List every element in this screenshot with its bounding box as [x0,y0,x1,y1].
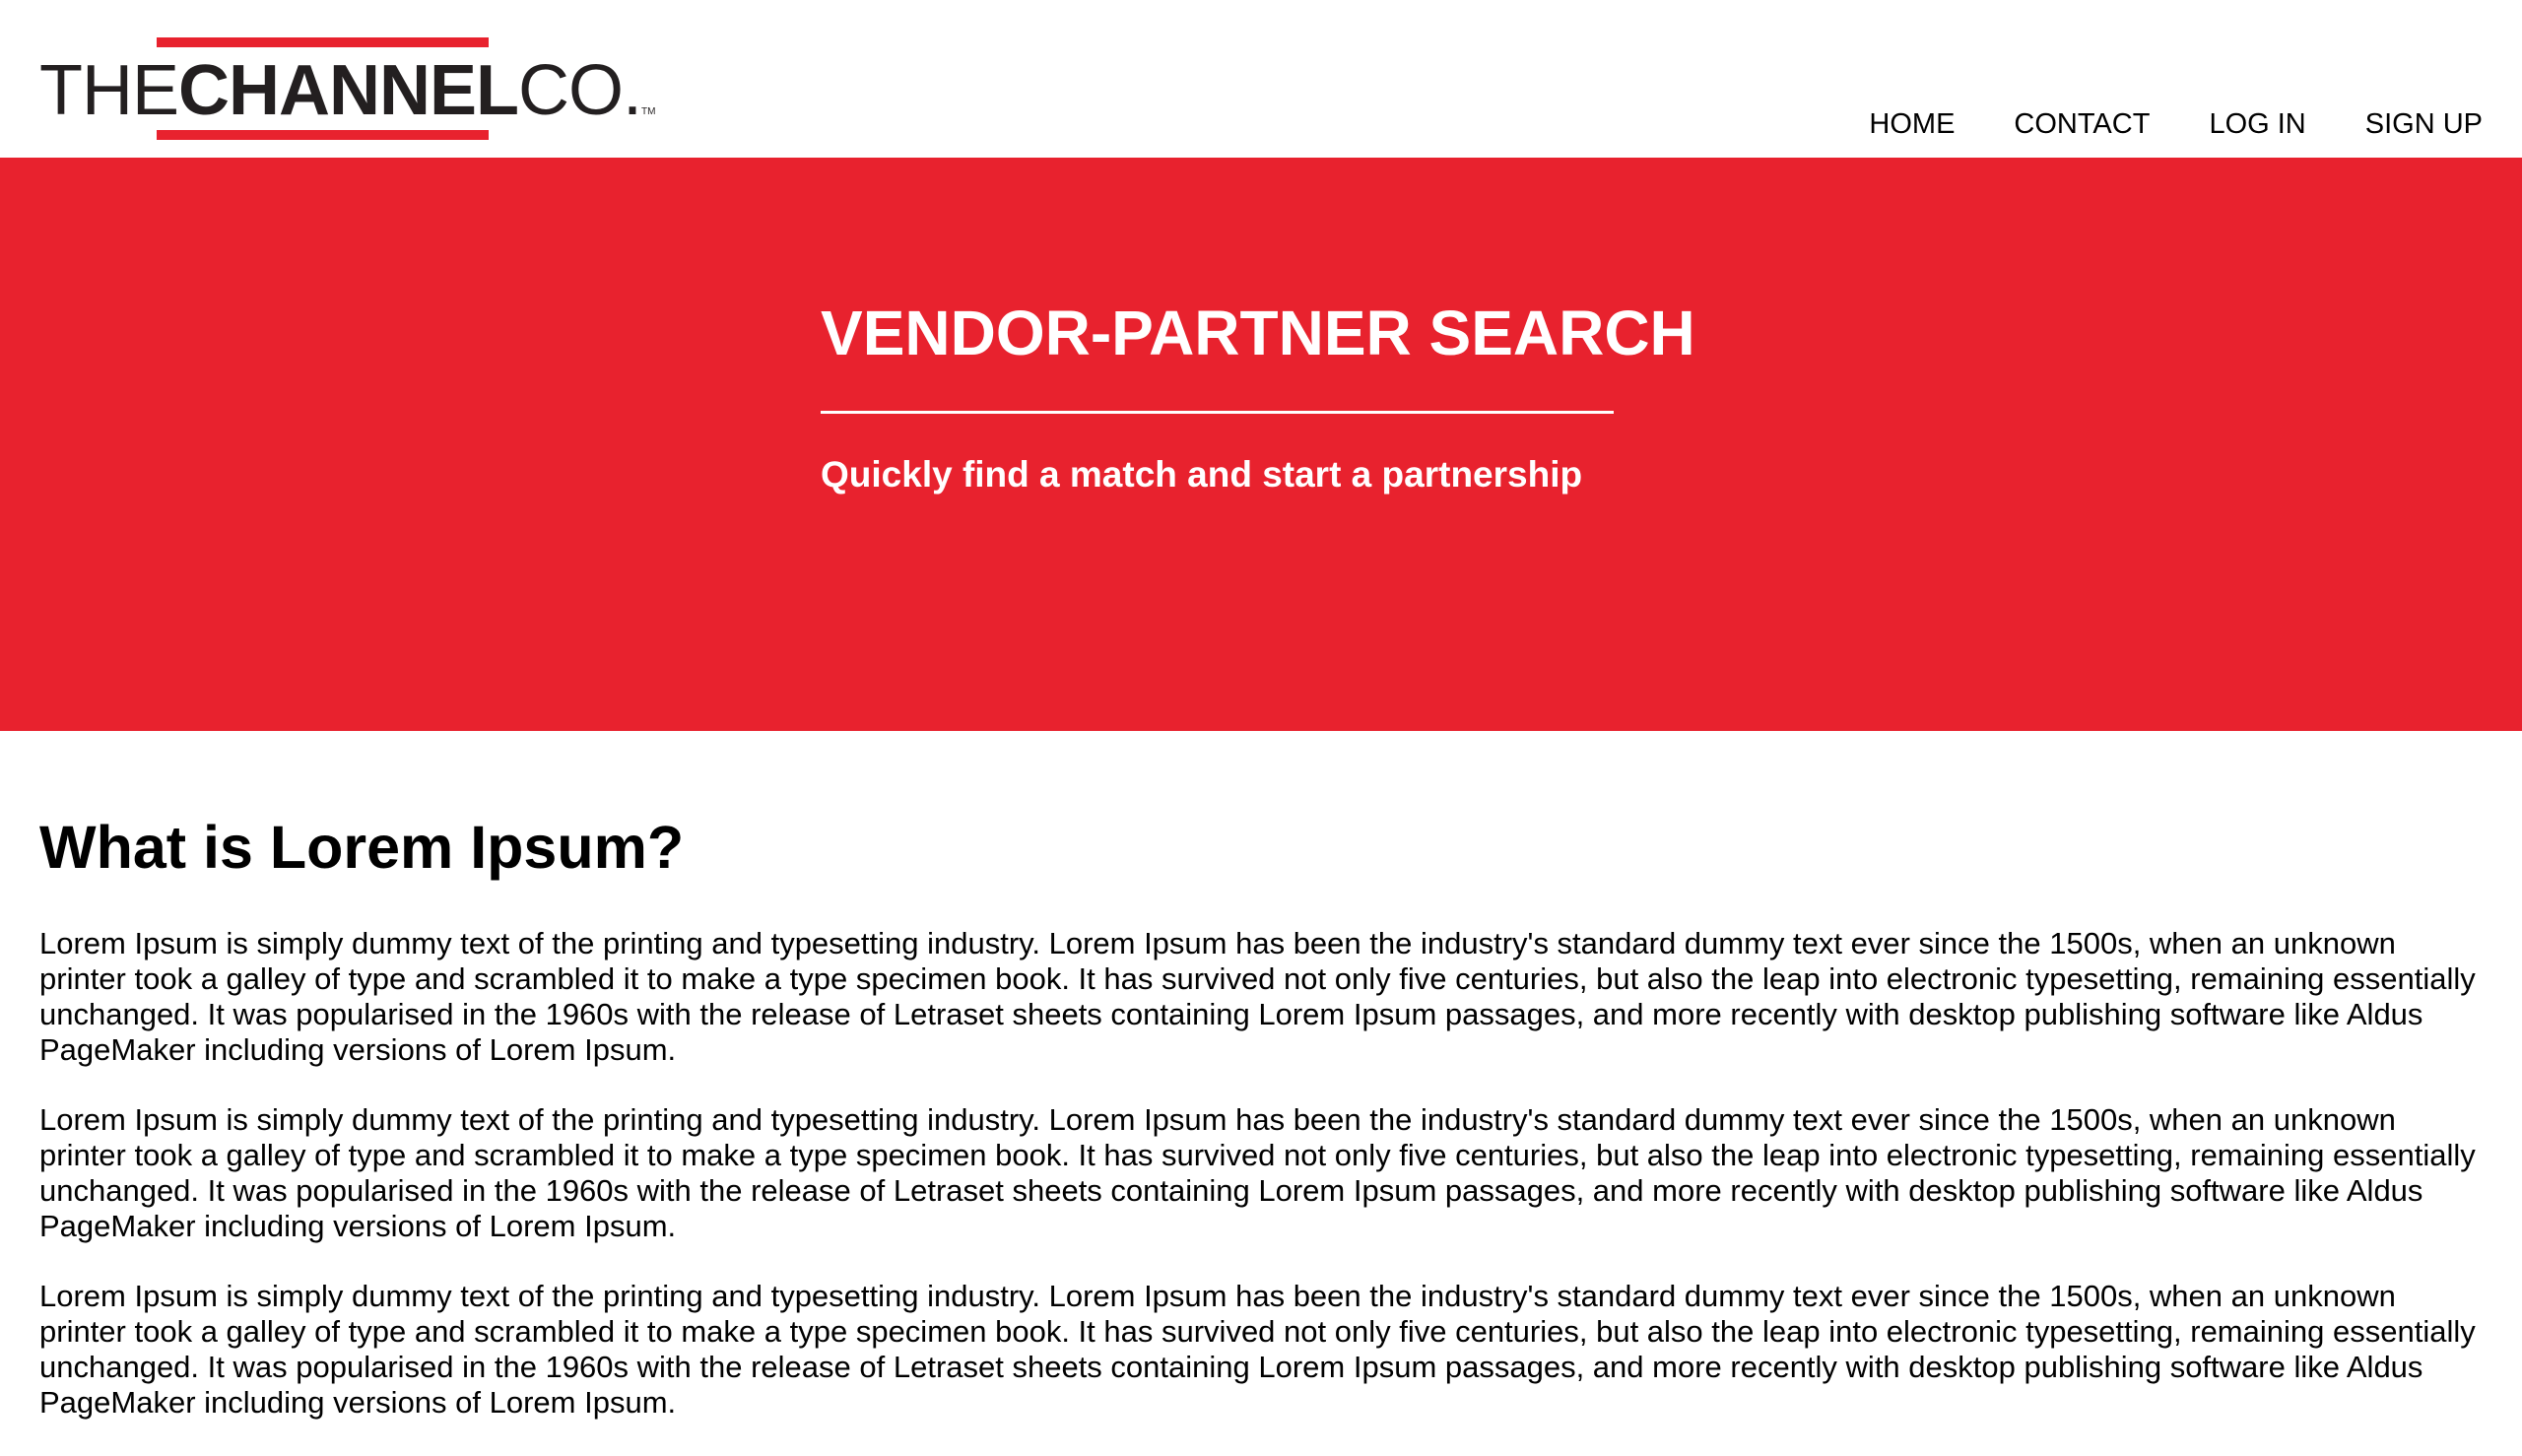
nav-signup-link[interactable]: SIGN UP [2365,102,2483,146]
body-paragraph: Lorem Ipsum is simply dummy text of the … [39,1279,2476,1420]
logo-the: THE [39,51,179,130]
body-paragraph: Lorem Ipsum is simply dummy text of the … [39,926,2476,1067]
logo-channel: CHANNEL [178,51,519,130]
body-paragraph: Lorem Ipsum is simply dummy text of the … [39,1102,2476,1243]
hero-banner: VENDOR-PARTNER SEARCH Quickly find a mat… [0,158,2522,731]
nav-contact-link[interactable]: CONTACT [2014,102,2150,146]
main-nav: HOME CONTACT LOG IN SIGN UP [1869,102,2483,146]
logo-top-bar [157,37,489,47]
logo-wordmark: THECHANNELCO.TM [39,53,655,128]
hero-subtitle: Quickly find a match and start a partner… [821,454,1583,495]
logo-bottom-bar [157,130,489,140]
site-header: THECHANNELCO.TM HOME CONTACT LOG IN SIGN… [0,0,2522,158]
hero-title: VENDOR-PARTNER SEARCH [821,298,1695,368]
logo-co: CO. [517,51,642,130]
nav-login-link[interactable]: LOG IN [2209,102,2305,146]
hero-divider [821,411,1614,414]
nav-home-link[interactable]: HOME [1869,102,1955,146]
main-content: What is Lorem Ipsum? Lorem Ipsum is simp… [39,808,2483,1455]
section-heading: What is Lorem Ipsum? [39,814,685,881]
logo-trademark: TM [641,106,656,117]
channel-co-logo[interactable]: THECHANNELCO.TM [39,37,655,144]
